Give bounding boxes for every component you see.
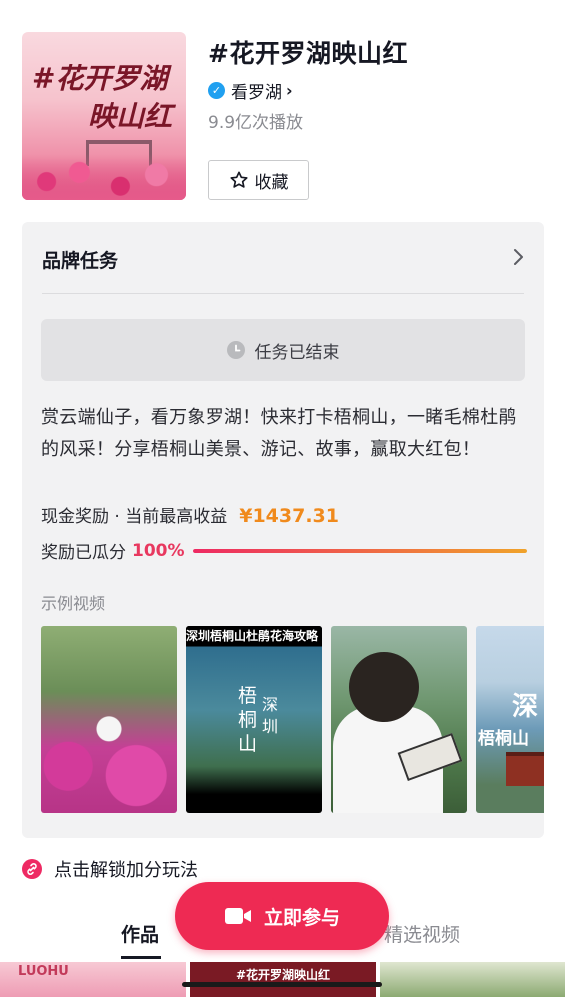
cover-title-line2: 映山红 [88, 100, 173, 133]
favorite-label: 收藏 [254, 172, 289, 193]
thumbnail-text: 深圳 [262, 695, 279, 736]
chevron-right-icon[interactable] [512, 246, 526, 268]
video-grid-preview: LUOHU #花开罗湖映山红 [0, 962, 565, 997]
task-description: 赏云端仙子，看万象罗湖！快来打卡梧桐山，一睹毛棉杜鹃的风采！分享梧桐山美景、游记… [41, 407, 517, 460]
thumbnail-banner: #花开罗湖映山红 [235, 968, 331, 982]
home-indicator[interactable] [182, 982, 382, 987]
temple-graphic [506, 752, 544, 786]
task-heading: 品牌任务 [42, 250, 119, 272]
star-icon [229, 171, 248, 188]
example-videos: 深圳梧桐山杜鹃花海攻略 梧桐山 深圳 深 梧桐山 [41, 626, 544, 814]
divider [42, 293, 524, 294]
favorite-button[interactable]: 收藏 [208, 160, 309, 200]
task-status-label: 任务已结束 [254, 342, 340, 363]
examples-label: 示例视频 [41, 594, 106, 613]
reward-progress: 奖励已瓜分 100% [41, 538, 527, 563]
play-count: 9.9亿次播放 [208, 113, 304, 133]
video-thumbnail[interactable]: #花开罗湖映山红 [190, 962, 376, 997]
example-video-thumbnail[interactable]: 深 梧桐山 [476, 626, 544, 813]
bonus-label: 点击解锁加分玩法 [54, 860, 198, 881]
progress-label: 奖励已瓜分 [41, 543, 126, 563]
link-icon [22, 859, 42, 879]
thumbnail-banner: 深圳梧桐山杜鹃花海攻略 [186, 626, 322, 646]
example-video-thumbnail[interactable] [41, 626, 177, 813]
reward-label: 现金奖励 · 当前最高收益 [41, 507, 228, 527]
example-video-thumbnail[interactable]: 深圳梧桐山杜鹃花海攻略 梧桐山 深圳 [186, 626, 322, 813]
reward-amount: ¥1437.31 [239, 505, 339, 527]
topic-title: #花开罗湖映山红 [208, 39, 408, 68]
thumbnail-text: 梧桐山 [478, 729, 529, 749]
progress-bar-fill [192, 548, 527, 553]
brand-task-card: 品牌任务 任务已结束 赏云端仙子，看万象罗湖！快来打卡梧桐山，一睹毛棉杜鹃的风采… [22, 222, 544, 838]
video-thumbnail[interactable]: LUOHU [0, 962, 186, 997]
topic-header: #花开罗湖 映山红 #花开罗湖映山红 ✓ 看罗湖 › 9.9亿次播放 收藏 [22, 32, 542, 202]
chevron-right-icon: › [286, 81, 293, 100]
account-name: 看罗湖 [231, 83, 282, 103]
join-now-button[interactable]: 立即参与 [175, 882, 389, 950]
tab-featured-videos[interactable]: 精选视频 [384, 920, 460, 947]
thumbnail-text: 深 [512, 692, 539, 722]
clock-icon [226, 341, 245, 359]
tab-works[interactable]: 作品 [121, 920, 159, 947]
cover-title: #花开罗湖 映山红 [32, 60, 182, 136]
task-status-button: 任务已结束 [41, 319, 525, 381]
cover-title-line1: #花开罗湖 [32, 62, 168, 95]
thumbnail-logo: LUOHU [18, 964, 69, 979]
example-video-thumbnail[interactable] [331, 626, 467, 813]
progress-bar [192, 548, 527, 553]
verified-badge-icon: ✓ [208, 82, 225, 99]
bonus-gameplay-link[interactable]: 点击解锁加分玩法 [22, 856, 198, 882]
reward-line: 现金奖励 · 当前最高收益 ¥1437.31 [41, 502, 339, 527]
topic-cover-image: #花开罗湖 映山红 [22, 32, 186, 200]
progress-percent: 100% [132, 540, 185, 561]
active-tab-indicator [121, 956, 161, 959]
person-head-graphic [349, 652, 419, 722]
video-thumbnail[interactable] [380, 962, 565, 997]
thumbnail-text: 梧桐山 [238, 685, 258, 755]
video-camera-icon [224, 908, 251, 924]
account-link[interactable]: ✓ 看罗湖 › [208, 78, 293, 103]
flowers-graphic [22, 154, 186, 200]
join-now-label: 立即参与 [263, 906, 340, 929]
